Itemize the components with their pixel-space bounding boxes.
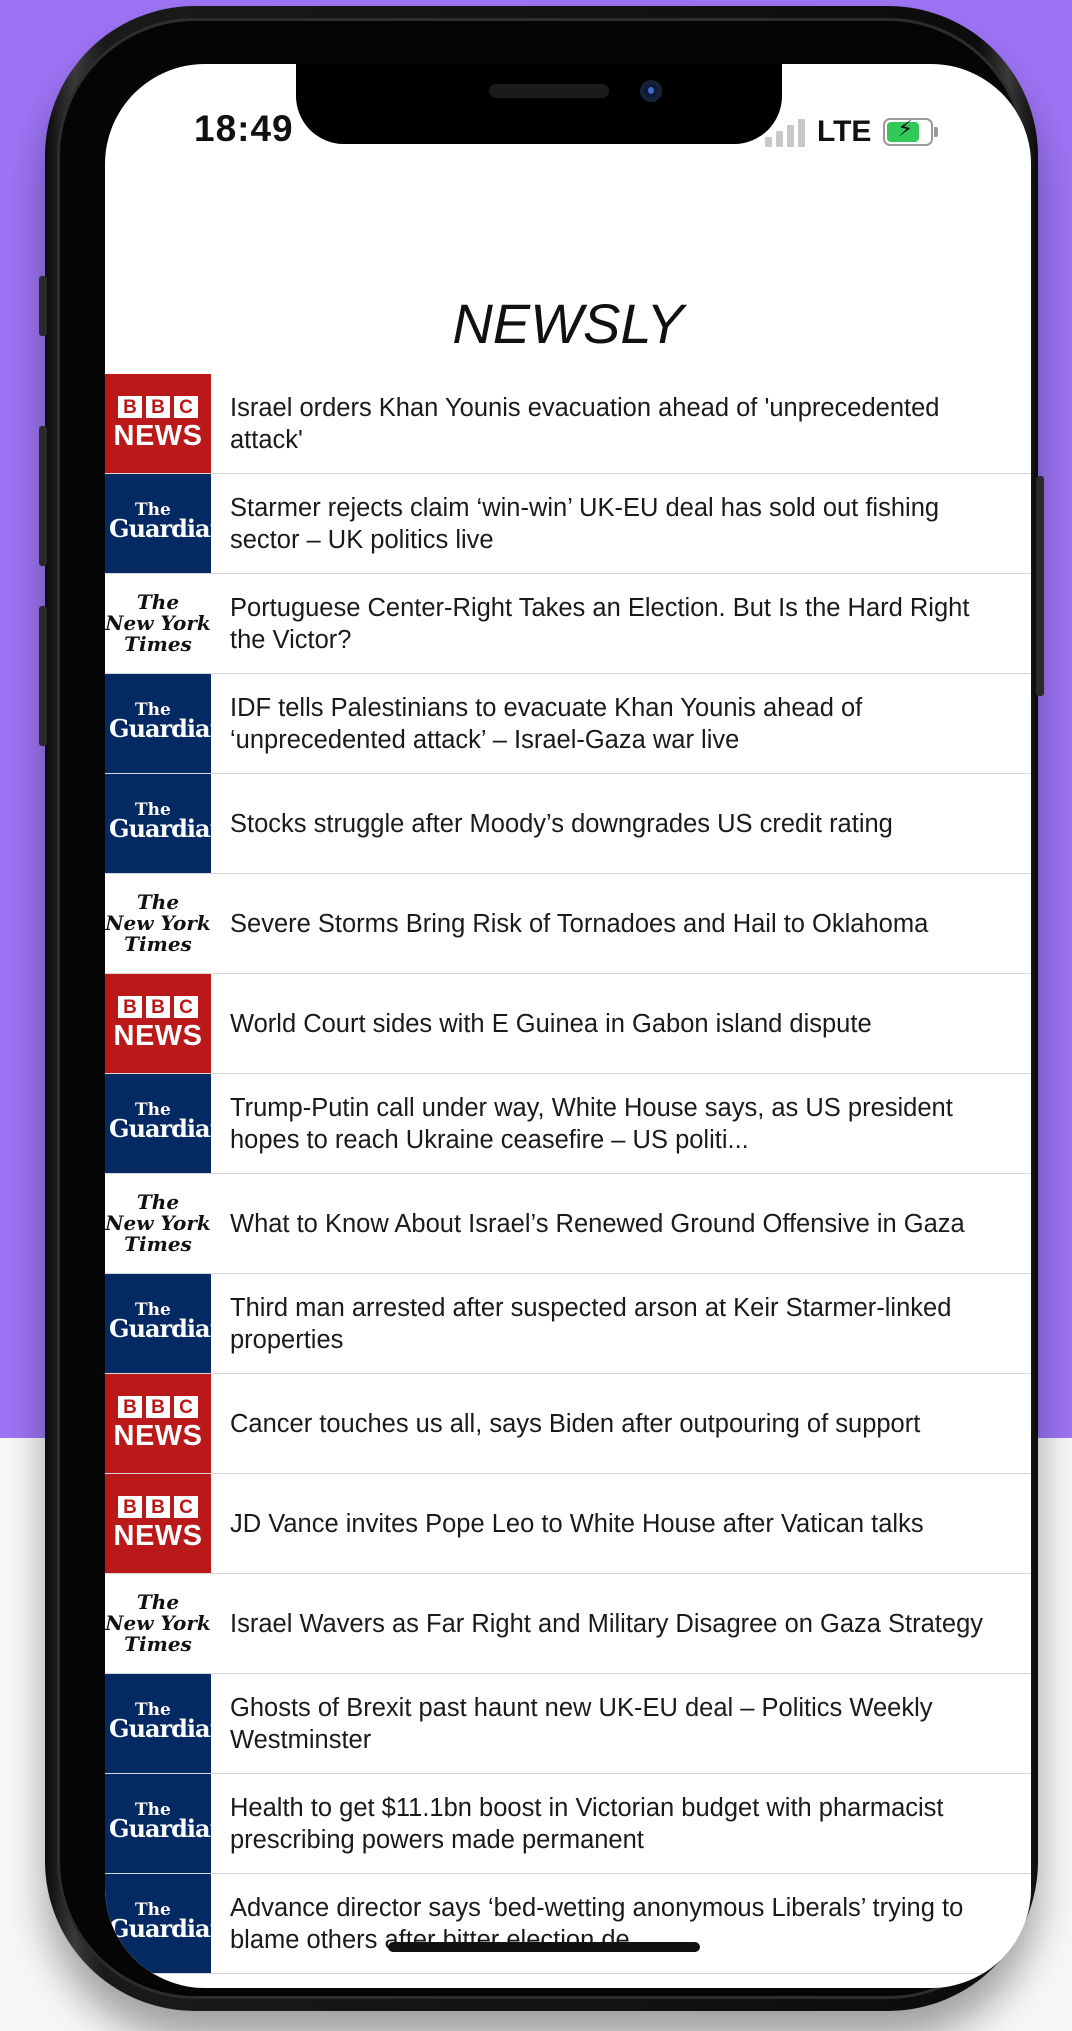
nyt-logo: The New York Times bbox=[105, 874, 211, 973]
mute-switch bbox=[39, 276, 47, 336]
news-headline: Cancer touches us all, says Biden after … bbox=[230, 1409, 921, 1438]
news-item[interactable]: The Guardian Stocks struggle after Moody’s… bbox=[105, 774, 1031, 874]
nyt-logo: The New York Times bbox=[105, 1174, 211, 1273]
nyt-logo: The New York Times bbox=[105, 574, 211, 673]
volume-down-button bbox=[39, 606, 47, 746]
news-item[interactable]: The Guardian Health to get $11.1bn boost i… bbox=[105, 1774, 1031, 1874]
guardian-logo: The Guardian bbox=[105, 1874, 227, 1973]
news-item[interactable]: The Guardian Starmer rejects claim ‘win-wi… bbox=[105, 474, 1031, 574]
guardian-logo: The Guardian bbox=[105, 474, 227, 573]
bbc-news-logo: B B C NEWS bbox=[105, 974, 211, 1073]
news-item[interactable]: The New York Times Portuguese Center-Right … bbox=[105, 574, 1031, 674]
news-headline: Israel orders Khan Younis evacuation ahe… bbox=[230, 393, 940, 454]
news-headline: Ghosts of Brexit past haunt new UK-EU de… bbox=[230, 1693, 933, 1754]
status-time: 18:49 bbox=[194, 108, 294, 149]
news-headline: Health to get $11.1bn boost in Victorian… bbox=[230, 1793, 944, 1854]
bbc-news-logo: B B C NEWS bbox=[105, 1374, 211, 1473]
news-headline: What to Know About Israel’s Renewed Grou… bbox=[230, 1209, 965, 1238]
guardian-logo: The Guardian bbox=[105, 1274, 227, 1373]
bbc-news-logo: B B C NEWS bbox=[105, 374, 211, 473]
signal-bars-icon bbox=[765, 117, 805, 147]
news-headline: Trump-Putin call under way, White House … bbox=[230, 1093, 953, 1154]
news-item[interactable]: The Guardian Advance director says ‘bed-we… bbox=[105, 1874, 1031, 1974]
status-indicators: LTE ⚡ bbox=[765, 112, 939, 152]
news-item[interactable]: The Guardian Trump-Putin call under way, W… bbox=[105, 1074, 1031, 1174]
news-headline: Severe Storms Bring Risk of Tornadoes an… bbox=[230, 909, 929, 938]
news-item[interactable]: The New York Times What to Know About Israe… bbox=[105, 1174, 1031, 1274]
power-button bbox=[1036, 476, 1044, 696]
news-headline: Israel Wavers as Far Right and Military … bbox=[230, 1609, 984, 1638]
news-item[interactable]: The Guardian Ghosts of Brexit past haunt n… bbox=[105, 1674, 1031, 1774]
speaker-grille bbox=[489, 84, 609, 98]
news-item[interactable]: The New York Times Israel Wavers as Far Rig… bbox=[105, 1574, 1031, 1674]
app-screen: 18:49 LTE ⚡ NEWSLY B B C NEWS Israel orders … bbox=[105, 64, 1031, 1988]
news-headline: Stocks struggle after Moody’s downgrades… bbox=[230, 809, 893, 838]
news-item[interactable]: The Guardian Third man arrested after susp… bbox=[105, 1274, 1031, 1374]
news-item[interactable]: The New York Times Severe Storms Bring Risk… bbox=[105, 874, 1031, 974]
front-camera-icon bbox=[640, 80, 662, 102]
news-item[interactable]: B B C NEWS Israel orders Khan Younis evacuat… bbox=[105, 374, 1031, 474]
news-headline: World Court sides with E Guinea in Gabon… bbox=[230, 1009, 872, 1038]
app-title: NEWSLY bbox=[452, 292, 684, 355]
news-list: B B C NEWS Israel orders Khan Younis evacuat… bbox=[105, 374, 1031, 1974]
guardian-logo: The Guardian bbox=[105, 774, 227, 873]
news-item[interactable]: B B C NEWS JD Vance invites Pope Leo to Whit… bbox=[105, 1474, 1031, 1574]
volume-up-button bbox=[39, 426, 47, 566]
guardian-logo: The Guardian bbox=[105, 1674, 227, 1773]
news-headline: IDF tells Palestinians to evacuate Khan … bbox=[230, 693, 863, 754]
notch bbox=[296, 64, 782, 144]
bbc-news-logo: B B C NEWS bbox=[105, 1474, 211, 1573]
news-item[interactable]: B B C NEWS Cancer touches us all, says Biden… bbox=[105, 1374, 1031, 1474]
nyt-logo: The New York Times bbox=[105, 1574, 211, 1673]
battery-charging-icon: ⚡ bbox=[883, 116, 939, 146]
guardian-logo: The Guardian bbox=[105, 674, 227, 773]
news-headline: Portuguese Center-Right Takes an Electio… bbox=[230, 593, 970, 654]
network-type: LTE bbox=[817, 115, 872, 148]
news-item[interactable]: The Guardian IDF tells Palestinians to eva… bbox=[105, 674, 1031, 774]
guardian-logo: The Guardian bbox=[105, 1074, 227, 1173]
news-headline: Starmer rejects claim ‘win-win’ UK-EU de… bbox=[230, 493, 940, 554]
news-item[interactable]: B B C NEWS World Court sides with E Guinea i… bbox=[105, 974, 1031, 1074]
guardian-logo: The Guardian bbox=[105, 1774, 227, 1873]
news-headline: Third man arrested after suspected arson… bbox=[230, 1293, 952, 1354]
phone-frame: 18:49 LTE ⚡ NEWSLY B B C NEWS Israel orders … bbox=[39, 6, 1044, 2011]
home-indicator[interactable] bbox=[388, 1942, 700, 1952]
news-headline: JD Vance invites Pope Leo to White House… bbox=[230, 1509, 924, 1538]
